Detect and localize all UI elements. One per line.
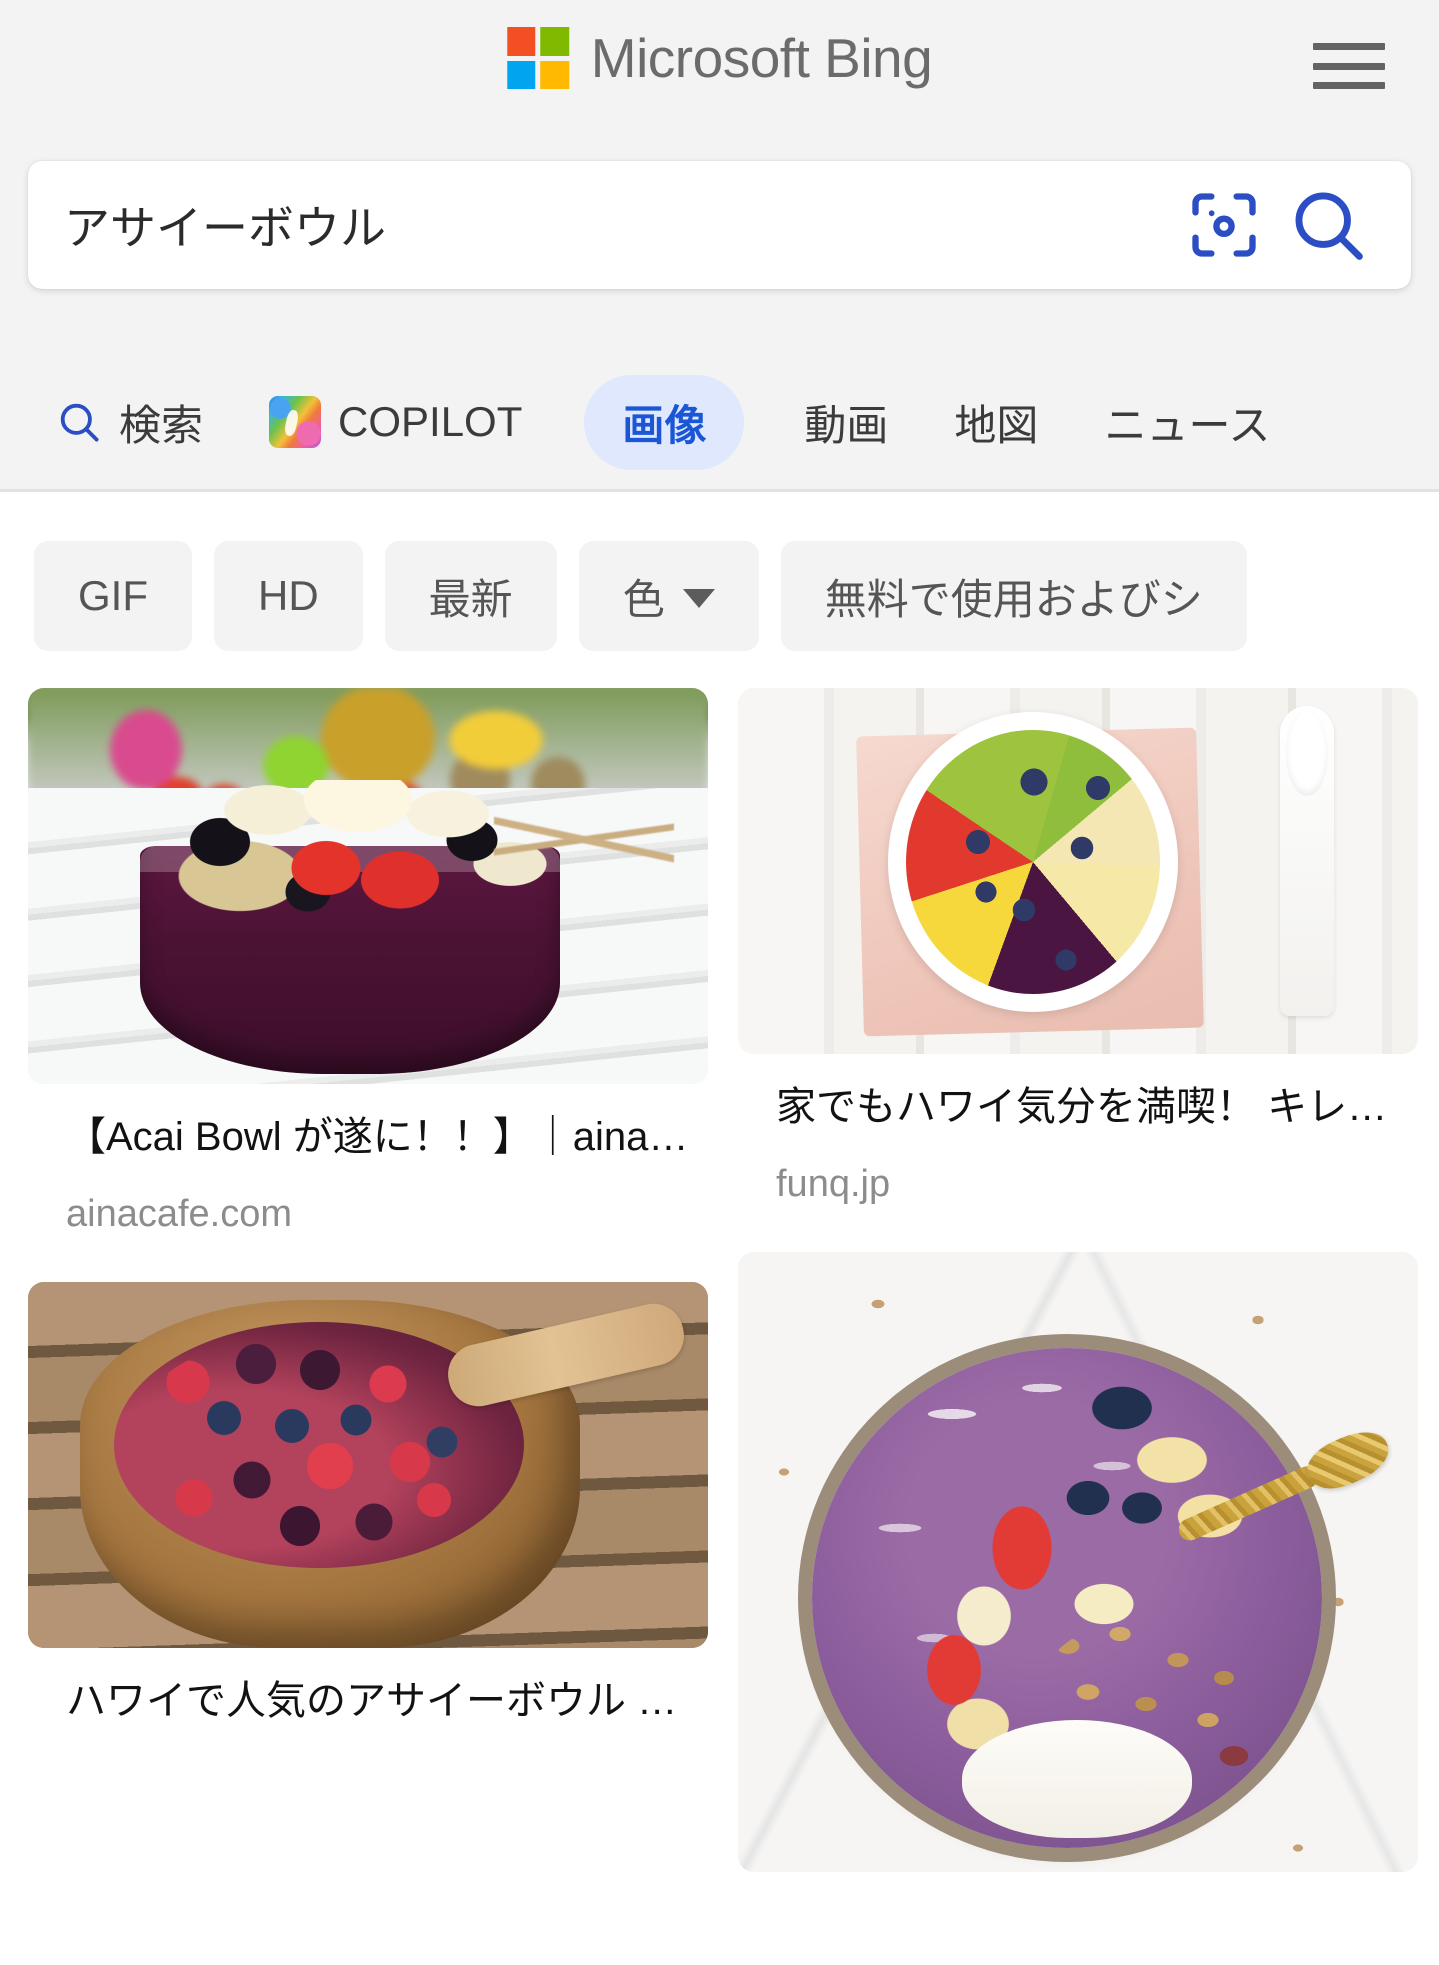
search-submit-icon[interactable] bbox=[1281, 178, 1375, 272]
image-result-tile: 【Acai Bowl が遂に！！】｜aina… ainacafe.com bbox=[28, 688, 708, 1236]
tab-news[interactable]: ニュース bbox=[1104, 392, 1270, 453]
tab-maps-label: 地図 bbox=[954, 401, 1039, 449]
brand-title: Microsoft Bing bbox=[590, 26, 933, 89]
image-results-grid: 【Acai Bowl が遂に！！】｜aina… ainacafe.com ハワイ… bbox=[0, 688, 1439, 1965]
image-thumbnail-acai-cup[interactable] bbox=[28, 688, 708, 1084]
tab-images[interactable]: 画像 bbox=[584, 374, 745, 470]
image-thumbnail-coconut-acai-bowl[interactable] bbox=[738, 1252, 1418, 1873]
filter-chip-hd[interactable]: HD bbox=[214, 541, 363, 651]
hamburger-menu-icon[interactable] bbox=[1313, 38, 1387, 94]
tab-videos-label: 動画 bbox=[804, 401, 889, 449]
tab-maps[interactable]: 地図 bbox=[954, 392, 1038, 453]
filter-chips-row: GIF HD 最新 色 無料で使用およびシ bbox=[0, 535, 1439, 657]
image-result-tile: 家でもハワイ気分を満喫！ キレ… funq.jp bbox=[738, 688, 1418, 1206]
filter-chip-license[interactable]: 無料で使用およびシ bbox=[780, 541, 1247, 651]
results-column-right: 家でもハワイ気分を満喫！ キレ… funq.jp bbox=[738, 688, 1418, 1965]
image-result-tile bbox=[738, 1252, 1418, 1873]
image-result-title[interactable]: ハワイで人気のアサイーボウル … bbox=[66, 1676, 708, 1727]
bing-logo[interactable]: Microsoft Bing bbox=[506, 26, 933, 89]
results-column-left: 【Acai Bowl が遂に！！】｜aina… ainacafe.com ハワイ… bbox=[28, 688, 708, 1965]
brand-row: Microsoft Bing bbox=[0, 0, 1439, 122]
filter-chip-gif[interactable]: GIF bbox=[34, 541, 192, 651]
camera-visual-search-icon[interactable] bbox=[1181, 182, 1267, 268]
tab-news-label: ニュース bbox=[1104, 401, 1271, 449]
filter-chip-gif-label: GIF bbox=[78, 572, 148, 619]
image-result-tile: ハワイで人気のアサイーボウル … bbox=[28, 1282, 708, 1727]
microsoft-logo-icon bbox=[506, 27, 569, 89]
magnifier-icon bbox=[56, 399, 102, 445]
tab-copilot-label: COPILOT bbox=[338, 398, 523, 445]
filter-chip-license-label: 無料で使用およびシ bbox=[824, 575, 1203, 623]
image-thumbnail-topdown-fruit-bowl[interactable] bbox=[738, 688, 1418, 1054]
vertical-nav-tabs: 検索 COPILOT 画像 動画 地図 ニュース bbox=[0, 368, 1439, 476]
filter-chip-recent-label: 最新 bbox=[428, 575, 513, 623]
filter-chip-recent[interactable]: 最新 bbox=[384, 541, 557, 651]
tab-search-label: 検索 bbox=[119, 401, 204, 449]
filter-chip-color[interactable]: 色 bbox=[578, 541, 759, 651]
image-result-source[interactable]: funq.jp bbox=[776, 1163, 1418, 1206]
image-result-source[interactable]: ainacafe.com bbox=[66, 1193, 708, 1236]
search-box[interactable] bbox=[28, 161, 1411, 289]
chevron-down-icon bbox=[682, 589, 715, 608]
tab-search[interactable]: 検索 bbox=[56, 392, 203, 453]
tab-copilot[interactable]: COPILOT bbox=[269, 396, 522, 448]
copilot-swirl-icon bbox=[269, 396, 322, 448]
search-input[interactable] bbox=[28, 161, 1181, 289]
filter-chip-hd-label: HD bbox=[258, 572, 319, 619]
image-thumbnail-wooden-berry-bowl[interactable] bbox=[28, 1282, 708, 1649]
filter-chip-color-label: 色 bbox=[622, 575, 665, 623]
tab-videos[interactable]: 動画 bbox=[804, 392, 888, 453]
tab-images-label: 画像 bbox=[622, 401, 707, 449]
image-result-title[interactable]: 【Acai Bowl が遂に！！】｜aina… bbox=[66, 1112, 708, 1163]
image-result-title[interactable]: 家でもハワイ気分を満喫！ キレ… bbox=[776, 1082, 1418, 1133]
search-header: Microsoft Bing アサイーボウル 検索 COPILOT 画像 動画 … bbox=[0, 0, 1439, 492]
